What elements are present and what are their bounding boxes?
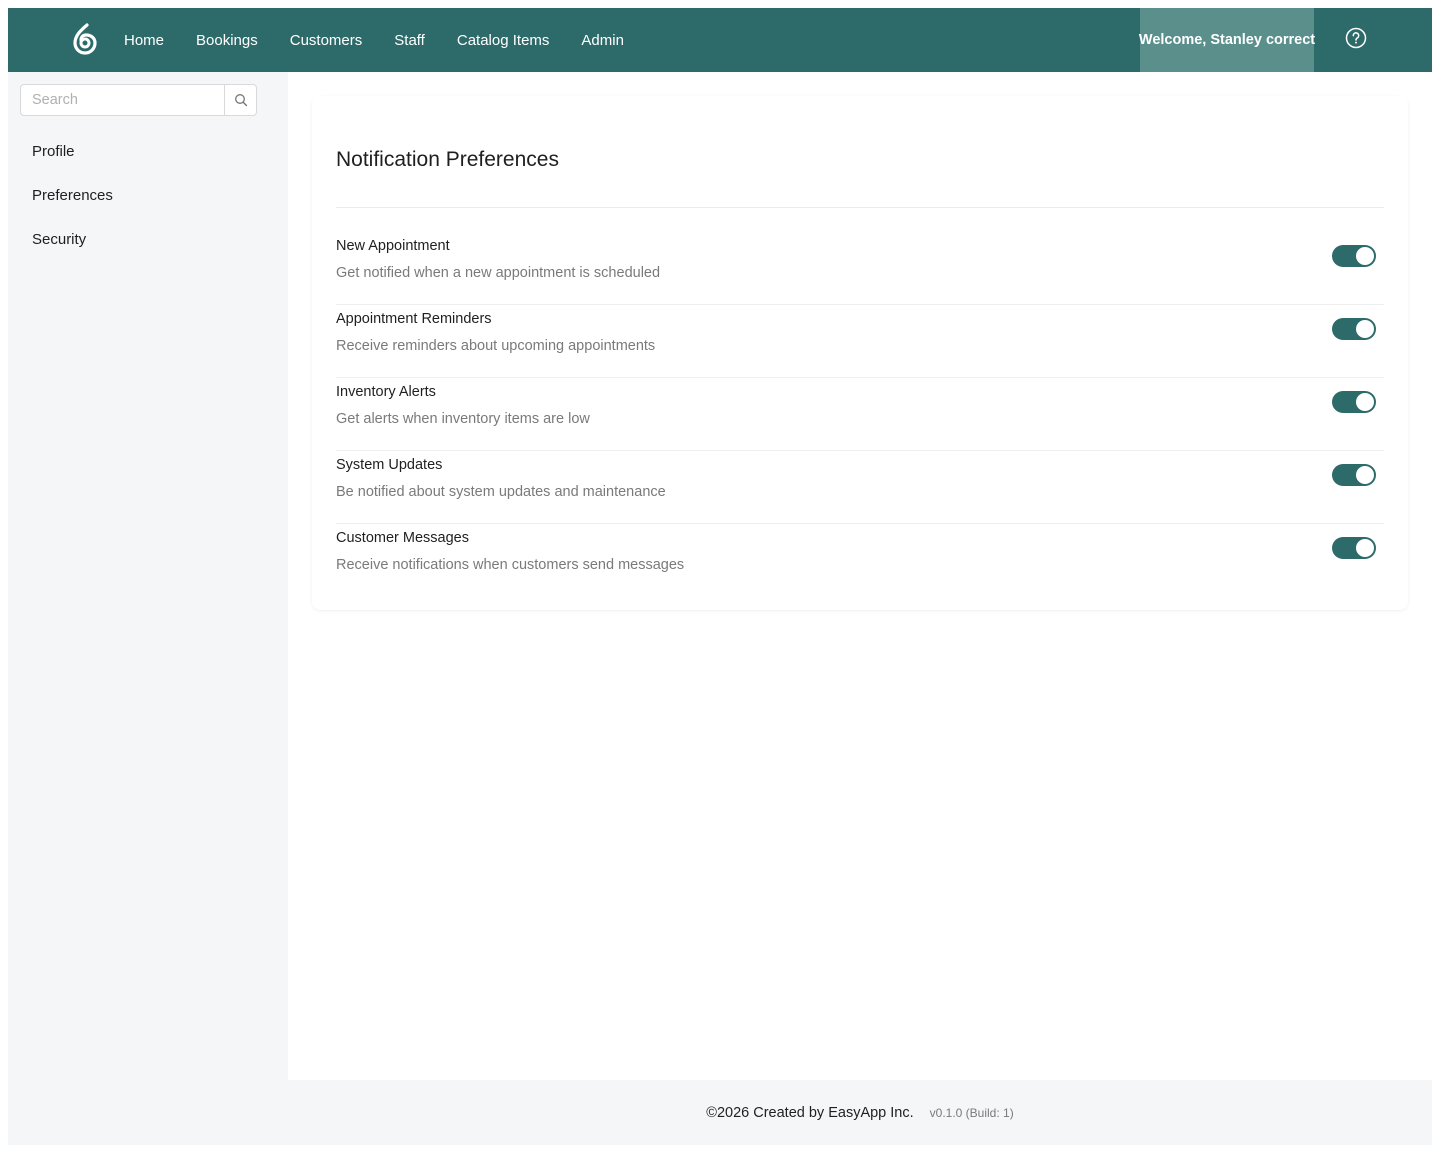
- preference-description: Get alerts when inventory items are low: [336, 411, 590, 427]
- nav-staff[interactable]: Staff: [394, 32, 425, 49]
- toggle-knob: [1356, 393, 1374, 411]
- sidebar-item-preferences[interactable]: Preferences: [32, 186, 113, 230]
- preferences-list: New Appointment Get notified when a new …: [336, 232, 1384, 597]
- preference-row-inventory-alerts: Inventory Alerts Get alerts when invento…: [336, 378, 1384, 451]
- inventory-alerts-toggle[interactable]: [1332, 391, 1376, 413]
- page-title: Notification Preferences: [336, 148, 559, 171]
- preference-title: Customer Messages: [336, 530, 469, 546]
- top-nav-bar: Home Bookings Customers Staff Catalog It…: [8, 8, 1432, 72]
- preference-title: Inventory Alerts: [336, 384, 436, 400]
- system-updates-toggle[interactable]: [1332, 464, 1376, 486]
- toggle-knob: [1356, 320, 1374, 338]
- customer-messages-toggle[interactable]: [1332, 537, 1376, 559]
- search-input[interactable]: [21, 85, 224, 115]
- divider: [336, 207, 1384, 208]
- toggle-knob: [1356, 247, 1374, 265]
- preference-description: Be notified about system updates and mai…: [336, 484, 666, 500]
- nav-admin[interactable]: Admin: [581, 32, 624, 49]
- search-button[interactable]: [224, 85, 256, 115]
- nav-bookings[interactable]: Bookings: [196, 32, 258, 49]
- nav-catalog-items[interactable]: Catalog Items: [457, 32, 550, 49]
- preference-row-appointment-reminders: Appointment Reminders Receive reminders …: [336, 305, 1384, 378]
- search-icon: [234, 94, 247, 107]
- main-nav: Home Bookings Customers Staff Catalog It…: [124, 8, 656, 72]
- toggle-knob: [1356, 466, 1374, 484]
- sidebar-menu: Profile Preferences Security: [32, 142, 113, 274]
- nav-customers[interactable]: Customers: [290, 32, 363, 49]
- nav-home[interactable]: Home: [124, 32, 164, 49]
- flame-logo-icon[interactable]: [70, 22, 100, 56]
- search-box: [20, 84, 257, 116]
- sidebar-item-security[interactable]: Security: [32, 230, 113, 274]
- appointment-reminders-toggle[interactable]: [1332, 318, 1376, 340]
- preference-description: Get notified when a new appointment is s…: [336, 265, 661, 281]
- preference-description: Receive reminders about upcoming appoint…: [336, 338, 656, 354]
- preference-row-customer-messages: Customer Messages Receive notifications …: [336, 524, 1384, 597]
- preference-title: System Updates: [336, 457, 443, 473]
- app-frame: Home Bookings Customers Staff Catalog It…: [8, 8, 1432, 1145]
- notification-preferences-card: Notification Preferences New Appointment…: [312, 96, 1408, 610]
- user-menu-button[interactable]: Welcome, Stanley correct: [1139, 8, 1315, 72]
- sidebar: Profile Preferences Security: [8, 72, 288, 1080]
- preference-title: New Appointment: [336, 238, 450, 254]
- preference-row-new-appointment: New Appointment Get notified when a new …: [336, 232, 1384, 305]
- preference-row-system-updates: System Updates Be notified about system …: [336, 451, 1384, 524]
- preference-title: Appointment Reminders: [336, 311, 492, 327]
- footer: ©2026 Created by EasyApp Inc. v0.1.0 (Bu…: [288, 1080, 1432, 1145]
- new-appointment-toggle[interactable]: [1332, 245, 1376, 267]
- toggle-knob: [1356, 539, 1374, 557]
- preference-description: Receive notifications when customers sen…: [336, 557, 685, 573]
- sidebar-item-profile[interactable]: Profile: [32, 142, 113, 186]
- question-circle-icon[interactable]: [1345, 27, 1367, 49]
- version-text: v0.1.0 (Build: 1): [929, 1105, 1014, 1120]
- main-content: Notification Preferences New Appointment…: [288, 72, 1432, 1080]
- copyright-text: ©2026 Created by EasyApp Inc.: [706, 1104, 914, 1121]
